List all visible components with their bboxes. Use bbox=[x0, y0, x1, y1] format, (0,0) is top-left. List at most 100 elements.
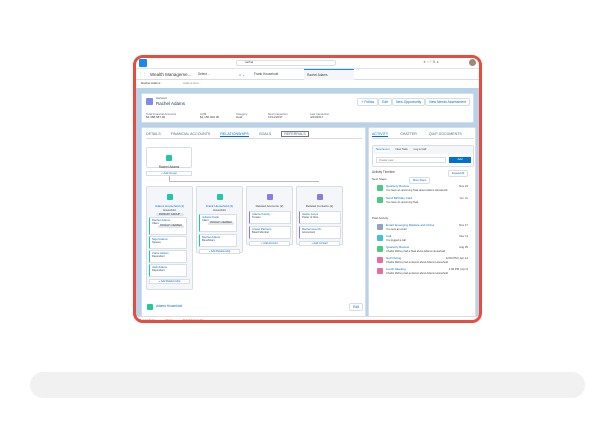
add-relationship-button[interactable]: + Add Relationship bbox=[199, 248, 240, 254]
relationship-item[interactable]: Juliana Frank Client PRIMARY MEMBER bbox=[199, 213, 237, 232]
timeline-icon bbox=[377, 235, 383, 241]
tab-financial-accounts[interactable]: FINANCIAL ACCOUNTS bbox=[171, 132, 211, 136]
field-value: $4,388,587.00 bbox=[146, 115, 166, 120]
home-icon[interactable]: ⌂ ⌄ bbox=[239, 73, 245, 77]
timeline-icon bbox=[377, 268, 383, 274]
global-header: rachel ★ ▪ ? ⚙ ♠ bbox=[136, 58, 479, 68]
edit-household-button[interactable]: Edit bbox=[349, 303, 363, 311]
contact-card-icon bbox=[316, 194, 323, 200]
tree-connector bbox=[169, 181, 319, 182]
search-input[interactable]: rachel bbox=[236, 60, 336, 66]
utility-quip-documents[interactable]: Quip Documents bbox=[183, 318, 204, 320]
tab-log-a-call[interactable]: Log a Call bbox=[414, 147, 427, 151]
timeline-date: Nov 11 bbox=[459, 234, 468, 238]
main-card: DETAILS FINANCIAL ACCOUNTS RELATIONSHIPS… bbox=[141, 127, 366, 319]
timeline-description: Charlie Richey had a Task about Adams Ho… bbox=[386, 250, 446, 253]
tab-activity[interactable]: ACTIVITY bbox=[372, 132, 389, 137]
timeline-description: You have an upcoming Task about Adams Ho… bbox=[386, 189, 448, 192]
tab-chatter[interactable]: CHATTER bbox=[400, 132, 417, 136]
app-launcher-icon[interactable]: ⋮⋮ bbox=[139, 72, 146, 76]
app-name: Wealth Manageme... bbox=[150, 72, 192, 77]
member-role: Accountant bbox=[302, 230, 315, 234]
relationship-item[interactable]: Jack Adams Dependent bbox=[149, 263, 187, 277]
member-role: Beneficiary bbox=[202, 239, 215, 243]
past-activity-list: Email: Emerging Markets and China Nov 17 Y… bbox=[372, 223, 474, 279]
group-title: Related Accounts (2) bbox=[255, 204, 284, 208]
tab-new-task[interactable]: New Task bbox=[396, 147, 408, 151]
create-new-input[interactable]: Create new... bbox=[376, 157, 446, 163]
device-shadow bbox=[30, 372, 585, 398]
household-icon bbox=[147, 304, 153, 310]
member-role: Power of Attor... bbox=[302, 215, 321, 219]
group-adams-household: Adams Household (4) Household PRIMARY GR… bbox=[146, 186, 193, 290]
field-value: Gold bbox=[236, 115, 243, 120]
avatar[interactable] bbox=[469, 59, 476, 66]
timeline-description: Charlie Richey had an Event about Adams … bbox=[386, 272, 448, 275]
relationship-item[interactable]: Rachel Adams Beneficiary bbox=[199, 233, 237, 247]
more-steps-button[interactable]: More Steps bbox=[409, 177, 431, 184]
subtab-rachel-adams[interactable]: Rachel Adams bbox=[141, 81, 160, 86]
timeline-item[interactable]: Send Birthday Card Apr 22 You have an upco… bbox=[372, 196, 474, 209]
timeline-item[interactable]: Lunch Meeting 1:00 PM | Apr 9 Charlie Rich… bbox=[372, 267, 474, 279]
account-icon bbox=[266, 194, 273, 200]
tab-relationships[interactable]: RELATIONSHIPS bbox=[220, 132, 249, 137]
tab-goals[interactable]: GOALS bbox=[259, 132, 271, 136]
new-needs-assessment-button[interactable]: New Needs Assessment bbox=[425, 98, 470, 106]
add-account-button[interactable]: + Add Account bbox=[249, 240, 290, 246]
group-subtitle: Household bbox=[163, 208, 176, 212]
tab-referrals[interactable]: REFERRALS bbox=[281, 131, 309, 137]
group-title: Related Contacts (2) bbox=[305, 204, 334, 208]
main-tabs: DETAILS FINANCIAL ACCOUNTS RELATIONSHIPS… bbox=[146, 130, 362, 139]
expand-all-button[interactable]: Expand All bbox=[448, 170, 469, 177]
tab-quip-documents[interactable]: QUIP DOCUMENTS bbox=[429, 132, 462, 136]
relationship-item[interactable]: United Partners Board Member bbox=[249, 225, 291, 239]
timeline-icon bbox=[377, 224, 383, 230]
subtab-bar: Rachel Adams Adams Hou... bbox=[136, 80, 479, 88]
relationship-item[interactable]: Jackie Jones Power of Attor... bbox=[299, 210, 341, 224]
follow-button[interactable]: + Follow bbox=[357, 98, 379, 106]
record-fields: Total Financial Accounts $4,388,587.00 AU… bbox=[146, 112, 329, 120]
new-opportunity-button[interactable]: New Opportunity bbox=[391, 98, 426, 106]
account-icon bbox=[146, 98, 153, 105]
add-contact-button[interactable]: + Add Contact bbox=[299, 240, 340, 246]
group-frank-household: Frank Household (2) Household Juliana Fr… bbox=[196, 186, 243, 254]
household-icon bbox=[216, 194, 223, 200]
household-icon bbox=[166, 194, 173, 200]
utility-recent-items[interactable]: Recent Items bbox=[139, 318, 155, 320]
timeline-date: Nov 24 bbox=[459, 184, 468, 188]
record-name: Rachel Adams bbox=[156, 101, 186, 106]
member-role: Spouse bbox=[152, 241, 161, 245]
subtab-adams-household[interactable]: Adams Hou... bbox=[183, 81, 201, 86]
tab-rachel-adams[interactable]: Rachel Adams bbox=[304, 69, 354, 80]
timeline-icon bbox=[377, 185, 383, 191]
root-name: Rachel Adams bbox=[158, 165, 180, 169]
add-button[interactable]: Add bbox=[449, 157, 471, 163]
tab-frank-household[interactable]: Frank Household bbox=[254, 72, 278, 77]
nav-select[interactable]: Select... bbox=[198, 72, 210, 77]
timeline-date: 12:00 PM | Apr 14 bbox=[445, 256, 468, 260]
relationship-item[interactable]: Rachel Greenfi... Accountant bbox=[299, 225, 341, 239]
activity-tabs: ACTIVITY CHATTER QUIP DOCUMENTS bbox=[372, 130, 474, 139]
edit-button[interactable]: Edit bbox=[378, 98, 392, 106]
relationship-item[interactable]: Claire Adams Dependent bbox=[149, 249, 187, 263]
member-role: Dependent bbox=[152, 269, 165, 273]
primary-group-badge: PRIMARY GROUP bbox=[155, 212, 184, 216]
timeline-date: Nov 17 bbox=[459, 223, 468, 227]
record-header: Account Rachel Adams + Follow Edit New O… bbox=[141, 93, 474, 123]
utility-notes[interactable]: Notes bbox=[165, 318, 172, 320]
household-footer-title[interactable]: Adams Household bbox=[156, 304, 182, 309]
tab-new-event[interactable]: New Event bbox=[376, 147, 390, 152]
app-logo-icon bbox=[139, 59, 147, 67]
relationship-item[interactable]: Nigel Adams Spouse bbox=[149, 235, 187, 249]
nav-bar: ⋮⋮ Wealth Manageme... Select... ⌂ ⌄ Fran… bbox=[136, 68, 479, 80]
relationship-item[interactable]: Rachel Adams Client PRIMARY MEMBER bbox=[149, 216, 187, 235]
next-steps-label: Next Steps bbox=[372, 177, 387, 181]
tab-details[interactable]: DETAILS bbox=[146, 132, 161, 136]
timeline-icon bbox=[377, 197, 383, 203]
primary-member-badge: PRIMARY MEMBER bbox=[208, 221, 234, 226]
header-icons[interactable]: ★ ▪ ? ⚙ ♠ bbox=[423, 60, 439, 64]
relationship-item[interactable]: Adams Family ... Trustee bbox=[249, 210, 291, 224]
group-subtitle: Household bbox=[213, 208, 226, 212]
add-relationship-button[interactable]: + Add Relationship bbox=[149, 278, 190, 284]
member-role: Dependent bbox=[152, 255, 165, 259]
